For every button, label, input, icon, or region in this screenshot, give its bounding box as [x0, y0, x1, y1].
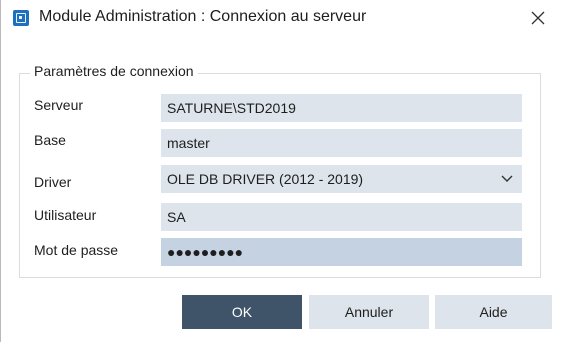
database-label: Base: [34, 132, 66, 148]
server-value: SATURNE\STD2019: [167, 100, 296, 116]
password-label: Mot de passe: [34, 242, 119, 258]
driver-label: Driver: [34, 174, 72, 190]
ok-button[interactable]: OK: [182, 295, 302, 329]
close-icon: [531, 11, 545, 25]
user-value: SA: [167, 209, 186, 225]
window-title: Module Administration : Connexion au ser…: [39, 8, 367, 25]
chevron-down-icon: [501, 175, 513, 182]
app-icon-glyph: [16, 13, 26, 23]
server-field[interactable]: SATURNE\STD2019: [161, 94, 522, 122]
title-bar: Module Administration : Connexion au ser…: [1, 0, 561, 36]
database-field[interactable]: master: [161, 129, 522, 157]
close-button[interactable]: [515, 0, 561, 36]
connection-settings-title: Paramètres de connexion: [30, 63, 198, 79]
driver-dropdown[interactable]: OLE DB DRIVER (2012 - 2019): [161, 165, 522, 193]
password-field[interactable]: ●●●●●●●●●: [161, 238, 522, 266]
help-button[interactable]: Aide: [435, 295, 552, 329]
connection-dialog: Module Administration : Connexion au ser…: [0, 0, 561, 342]
cancel-button[interactable]: Annuler: [309, 295, 429, 329]
database-value: master: [167, 135, 210, 151]
user-field[interactable]: SA: [161, 203, 522, 231]
password-value: ●●●●●●●●●: [167, 244, 244, 260]
driver-value: OLE DB DRIVER (2012 - 2019): [167, 171, 364, 187]
server-label: Serveur: [34, 97, 84, 113]
app-module-icon: [13, 10, 29, 26]
user-label: Utilisateur: [34, 207, 97, 223]
